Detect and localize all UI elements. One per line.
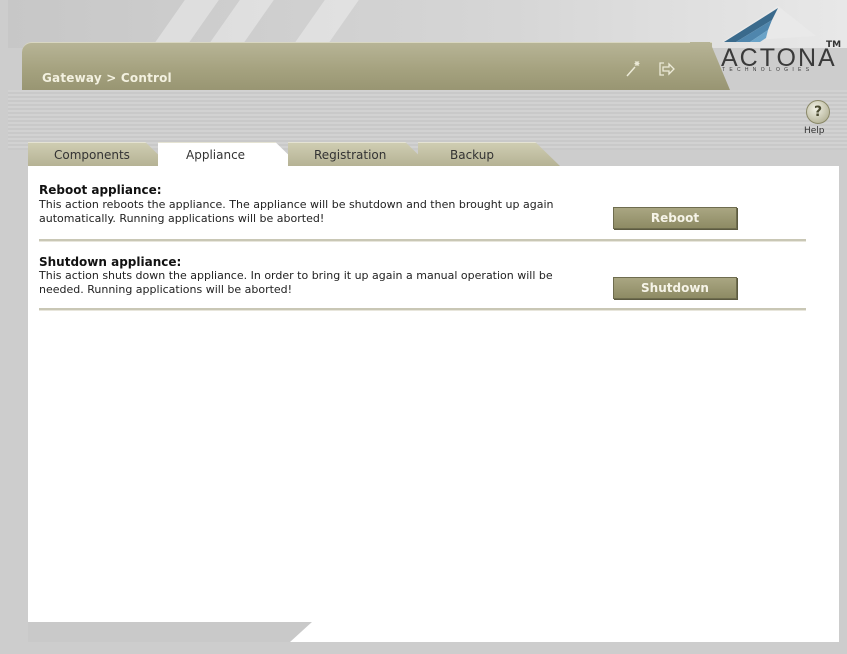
breadcrumb: Gateway > Control: [42, 71, 172, 85]
help-icon[interactable]: ?: [806, 100, 830, 124]
help-label[interactable]: Help: [804, 126, 825, 136]
shutdown-title: Shutdown appliance:: [39, 255, 182, 269]
banner-stripe: [151, 0, 219, 48]
section-divider: [39, 308, 806, 311]
reboot-button[interactable]: Reboot: [613, 207, 737, 229]
tab-components[interactable]: Components: [28, 142, 171, 167]
tab-backup-label: Backup: [450, 148, 494, 162]
wand-icon-svg: [626, 61, 640, 77]
shutdown-button[interactable]: Shutdown: [613, 277, 737, 299]
tab-registration[interactable]: Registration: [288, 142, 431, 167]
tab-components-label: Components: [54, 148, 130, 162]
content-panel: [28, 166, 839, 622]
section-divider: [39, 239, 806, 242]
tab-appliance-label: Appliance: [186, 148, 246, 162]
banner-stripe: [291, 0, 359, 48]
logout-icon[interactable]: [657, 60, 677, 82]
reboot-title: Reboot appliance:: [39, 183, 162, 197]
logo-subtitle: TECHNOLOGIES: [722, 67, 814, 73]
tab-backup[interactable]: Backup: [418, 142, 561, 167]
tab-appliance[interactable]: Appliance: [158, 142, 301, 167]
reboot-description: This action reboots the appliance. The a…: [39, 198, 554, 225]
toolbar-band: [8, 90, 847, 150]
logout-icon-svg: [659, 62, 675, 76]
panel-footer-shape: [290, 622, 839, 642]
logo-trademark: TM: [826, 40, 842, 50]
shutdown-description: This action shuts down the appliance. In…: [39, 269, 553, 296]
tab-registration-label: Registration: [314, 148, 387, 162]
wand-icon[interactable]: [624, 60, 642, 82]
banner-stripe: [206, 0, 274, 48]
